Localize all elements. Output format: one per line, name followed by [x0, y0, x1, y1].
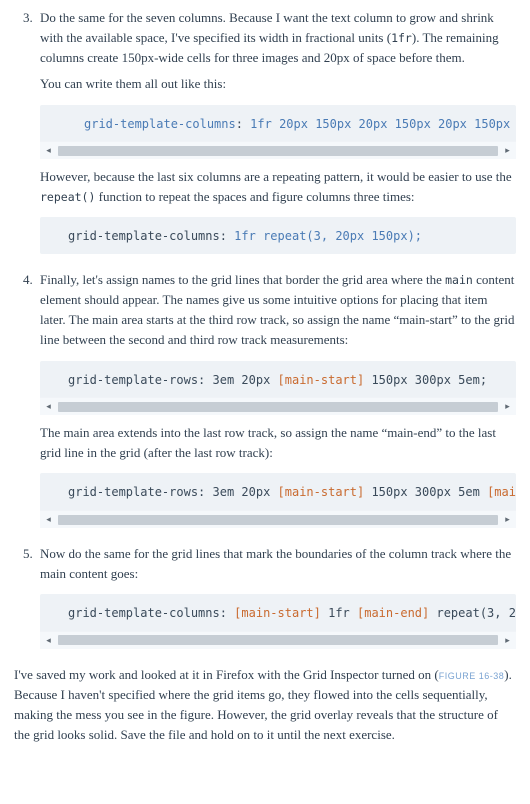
code-line: grid-template-rows: 3em 20px [main-start… — [40, 483, 516, 510]
code-gridline-name: [main-start] — [278, 485, 365, 499]
horizontal-scrollbar[interactable]: ◂ ▸ — [40, 141, 516, 159]
scroll-track[interactable] — [58, 635, 498, 645]
code-block: grid-template-columns: [main-start] 1fr … — [40, 594, 516, 649]
code-sep: : — [220, 229, 234, 243]
step3-para2: You can write them all out like this: — [40, 74, 516, 94]
code-property: grid-template-columns — [84, 117, 236, 131]
code-value: 150px 300px 5em — [364, 485, 487, 499]
scroll-left-button[interactable]: ◂ — [40, 142, 57, 159]
scroll-left-button[interactable]: ◂ — [40, 398, 57, 415]
code-line: grid-template-columns: 1fr 20px 150px 20… — [40, 115, 516, 142]
code-gridline-name: [main-start] — [234, 606, 321, 620]
text: I've saved my work and looked at it in F… — [14, 667, 439, 682]
step-3: Do the same for the seven columns. Becau… — [36, 8, 516, 254]
code-sep: : — [198, 485, 212, 499]
code-value: 1fr 20px 150px 20px 150px 20px 150px — [250, 117, 510, 131]
code-gridline-name: [main-end] — [487, 485, 516, 499]
step-4: Finally, let's assign names to the grid … — [36, 270, 516, 528]
text: function to repeat the spaces and figure… — [95, 189, 414, 204]
step4-para1: Finally, let's assign names to the grid … — [40, 270, 516, 351]
step3-para3: However, because the last six columns ar… — [40, 167, 516, 207]
code-value: 1fr — [321, 606, 357, 620]
scroll-left-button[interactable]: ◂ — [40, 511, 57, 528]
scroll-track[interactable] — [58, 402, 498, 412]
scroll-track[interactable] — [58, 146, 498, 156]
code-gridline-name: [main-start] — [278, 373, 365, 387]
code-line: grid-template-rows: 3em 20px [main-start… — [40, 371, 516, 398]
scroll-left-button[interactable]: ◂ — [40, 632, 57, 649]
step-list: Do the same for the seven columns. Becau… — [14, 8, 516, 649]
code-block: grid-template-rows: 3em 20px [main-start… — [40, 473, 516, 528]
code-value: 3em 20px — [213, 373, 278, 387]
step4-para2: The main area extends into the last row … — [40, 423, 516, 463]
code-sep: : — [198, 373, 212, 387]
code-value: 3em 20px — [213, 485, 278, 499]
code-sep: : — [236, 117, 250, 131]
code-block: grid-template-rows: 3em 20px [main-start… — [40, 361, 516, 416]
horizontal-scrollbar[interactable]: ◂ ▸ — [40, 510, 516, 528]
code-line: grid-template-columns: 1fr repeat(3, 20p… — [40, 227, 516, 254]
scroll-right-button[interactable]: ▸ — [499, 632, 516, 649]
code-property: grid-template-rows — [68, 485, 198, 499]
code-block: grid-template-columns: 1fr repeat(3, 20p… — [40, 217, 516, 254]
code-gridline-name: [main-end] — [357, 606, 429, 620]
horizontal-scrollbar[interactable]: ◂ ▸ — [40, 631, 516, 649]
inline-code: main — [445, 273, 473, 287]
code-line: grid-template-columns: [main-start] 1fr … — [40, 604, 516, 631]
figure-reference[interactable]: FIGURE 16-38 — [439, 671, 505, 681]
code-value: 150px 300px 5em; — [364, 373, 487, 387]
code-value: 1fr repeat(3, 20px 150px); — [234, 229, 422, 243]
step-5: Now do the same for the grid lines that … — [36, 544, 516, 649]
step5-para1: Now do the same for the grid lines that … — [40, 544, 516, 584]
code-property: grid-template-rows — [68, 373, 198, 387]
code-block: grid-template-columns: 1fr 20px 150px 20… — [40, 105, 516, 160]
code-sep: : — [220, 606, 234, 620]
scroll-track[interactable] — [58, 515, 498, 525]
step3-para1: Do the same for the seven columns. Becau… — [40, 8, 516, 68]
horizontal-scrollbar[interactable]: ◂ ▸ — [40, 397, 516, 415]
scroll-right-button[interactable]: ▸ — [499, 398, 516, 415]
scroll-right-button[interactable]: ▸ — [499, 511, 516, 528]
scroll-right-button[interactable]: ▸ — [499, 142, 516, 159]
code-value: repeat(3, 20px 150px); — [429, 606, 516, 620]
text: Finally, let's assign names to the grid … — [40, 272, 445, 287]
closing-paragraph: I've saved my work and looked at it in F… — [14, 665, 516, 746]
inline-code: repeat() — [40, 190, 95, 204]
code-property: grid-template-columns — [68, 229, 220, 243]
text: However, because the last six columns ar… — [40, 169, 512, 184]
inline-code: 1fr — [391, 31, 412, 45]
code-property: grid-template-columns — [68, 606, 220, 620]
